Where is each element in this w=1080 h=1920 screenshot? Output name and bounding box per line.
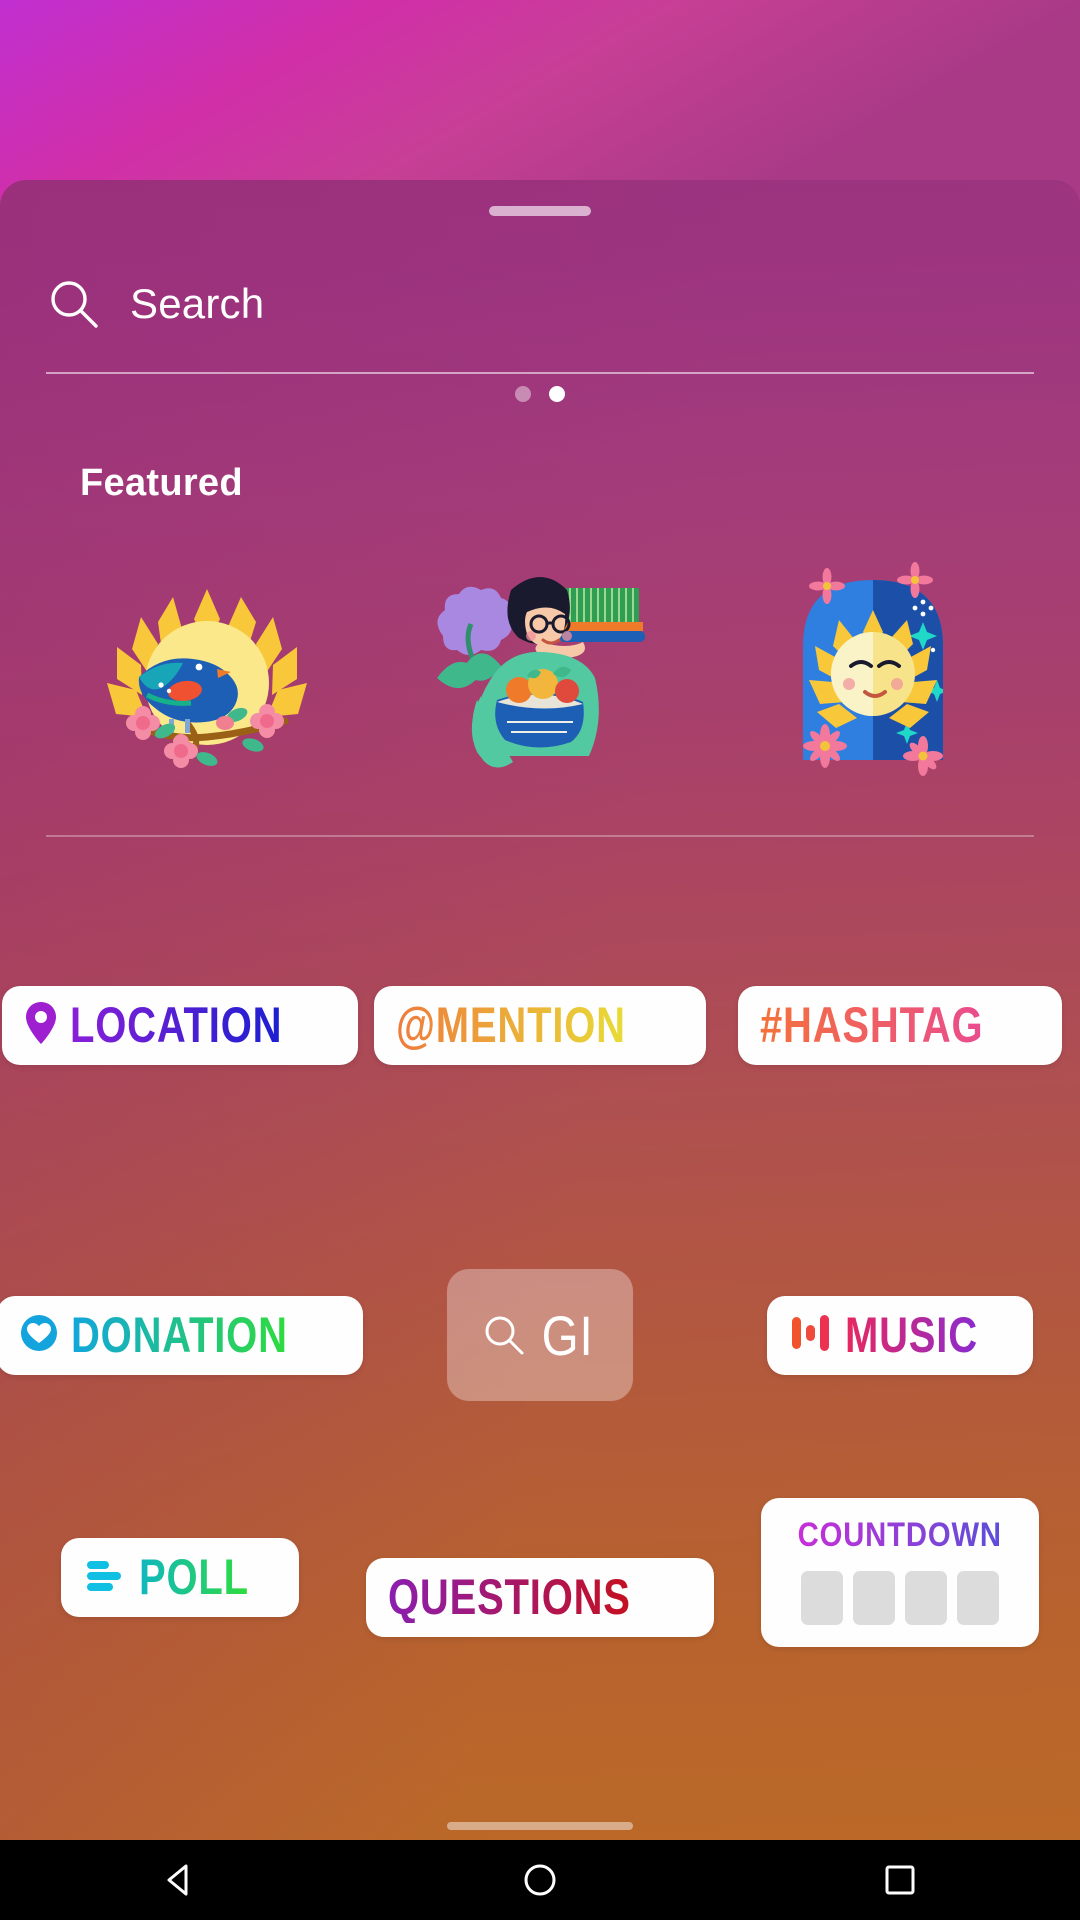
sticker-hashtag[interactable]: #HASHTAG (738, 985, 1062, 1065)
sticker-gif-label: GI (542, 1303, 594, 1367)
sticker-gif[interactable]: GI (447, 1269, 633, 1401)
featured-row (40, 540, 1040, 790)
featured-sticker-sun-bird[interactable] (67, 545, 347, 785)
sticker-mention[interactable]: @MENTION (374, 985, 706, 1065)
sticker-cell-gif: GI (360, 1180, 720, 1490)
sticker-donation-label: DONATION (70, 1306, 288, 1363)
sticker-location[interactable]: LOCATION (2, 985, 358, 1065)
sticker-cell-mention: @MENTION (360, 870, 720, 1180)
sticker-grid: LOCATION @MENTION #HASHTAG DONATION GI M… (0, 870, 1080, 1800)
equalizer-bars-icon (789, 1313, 833, 1358)
page-indicator (0, 386, 1080, 402)
search-icon (481, 1312, 527, 1358)
featured-sticker-sun-moon-arch[interactable] (733, 545, 1013, 785)
search-underline (46, 372, 1034, 374)
sticker-music[interactable]: MUSIC (766, 1295, 1034, 1375)
heart-in-circle-icon (19, 1313, 59, 1358)
countdown-digit-box (801, 1571, 843, 1625)
search-input[interactable] (130, 280, 1034, 328)
sticker-mention-label: @MENTION (396, 996, 627, 1053)
sticker-poll-label: POLL (139, 1549, 250, 1605)
sticker-hashtag-label: #HASHTAG (760, 996, 984, 1053)
search-bar[interactable] (46, 262, 1034, 346)
sticker-location-label: LOCATION (70, 996, 283, 1053)
section-divider (46, 835, 1034, 837)
sticker-cell-countdown: COUNTDOWN (720, 1490, 1080, 1800)
featured-sticker-woman-harvest[interactable] (400, 545, 680, 785)
sticker-questions-label: QUESTIONS (388, 1569, 632, 1625)
sticker-cell-music: MUSIC (720, 1180, 1080, 1490)
sticker-music-label: MUSIC (844, 1306, 978, 1363)
android-navigation-bar (0, 1840, 1080, 1920)
sticker-poll[interactable]: POLL (61, 1538, 299, 1617)
countdown-digit-box (905, 1571, 947, 1625)
nav-recents-button[interactable] (840, 1840, 960, 1920)
sticker-donation[interactable]: DONATION (0, 1295, 364, 1375)
poll-bars-icon (83, 1555, 127, 1600)
location-pin-icon (24, 1000, 58, 1051)
countdown-digit-boxes (801, 1571, 999, 1625)
sticker-countdown-label: COUNTDOWN (797, 1516, 1003, 1554)
sticker-cell-location: LOCATION (0, 870, 360, 1180)
page-dot-2[interactable] (549, 386, 565, 402)
sticker-questions[interactable]: QUESTIONS (366, 1558, 714, 1637)
sticker-cell-questions: QUESTIONS (360, 1490, 720, 1800)
countdown-digit-box (957, 1571, 999, 1625)
sticker-cell-hashtag: #HASHTAG (720, 870, 1080, 1180)
featured-heading: Featured (80, 462, 243, 504)
page-dot-1[interactable] (515, 386, 531, 402)
sticker-countdown[interactable]: COUNTDOWN (761, 1498, 1039, 1647)
sticker-cell-donation: DONATION (0, 1180, 364, 1490)
nav-back-button[interactable] (120, 1840, 240, 1920)
sticker-tray-sheet: Featured (0, 180, 1080, 1840)
sticker-cell-poll: POLL (0, 1490, 360, 1800)
sheet-drag-handle[interactable] (489, 206, 591, 216)
sheet-bottom-handle[interactable] (447, 1822, 633, 1830)
countdown-digit-box (853, 1571, 895, 1625)
search-icon (46, 276, 102, 332)
nav-home-button[interactable] (480, 1840, 600, 1920)
